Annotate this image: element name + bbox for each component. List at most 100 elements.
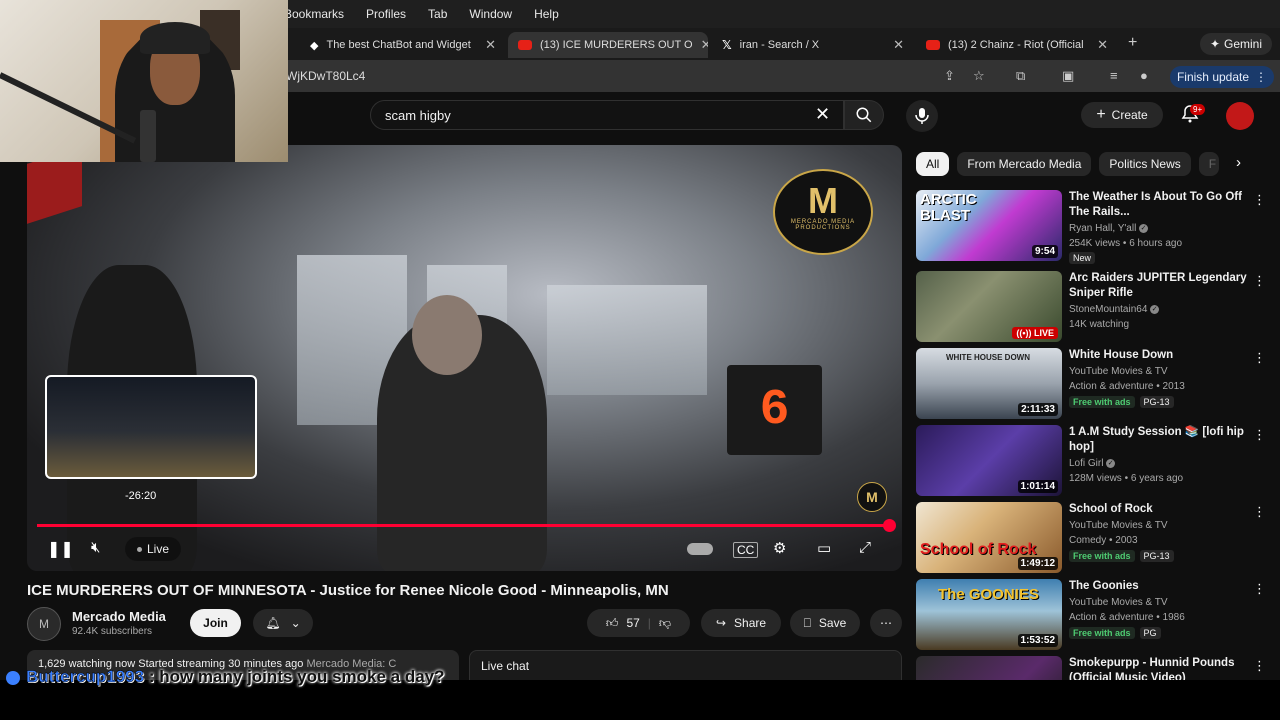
captions-icon[interactable]: CC — [733, 542, 759, 558]
more-vert-icon[interactable]: ⋮ — [1253, 658, 1266, 674]
video-thumbnail[interactable] — [916, 656, 1062, 680]
search-input[interactable]: scam higby — [385, 108, 451, 123]
media-icon[interactable]: ≡ — [1110, 68, 1118, 83]
recommendation-item[interactable]: Smokepurpp - Hunnid Pounds (Official Mus… — [916, 656, 1266, 680]
recommendation-title[interactable]: White House Down — [1069, 348, 1249, 363]
channel-name: StoneMountain64 — [1069, 304, 1148, 315]
progress-bar[interactable] — [37, 524, 889, 527]
tab-2-chainz[interactable]: (13) 2 Chainz - Riot (Official ✕ — [916, 32, 1118, 58]
live-button[interactable]: Live — [125, 537, 182, 561]
create-button[interactable]: + Create — [1081, 102, 1163, 128]
subscription-bell-button[interactable]: 🔔︎ ⌄ — [253, 609, 313, 637]
chip-truncated[interactable]: F — [1198, 152, 1219, 176]
like-button[interactable]: 👍︎ 57 — [606, 616, 640, 631]
more-vert-icon[interactable]: ⋮ — [1253, 350, 1266, 366]
more-vert-icon[interactable]: ⋮ — [1253, 192, 1266, 208]
rating-badge: PG-13 — [1139, 396, 1174, 408]
share-button[interactable]: ↪ Share — [701, 609, 781, 637]
thumbnail-text: ARCTIC BLAST — [920, 191, 977, 224]
recommendation-title[interactable]: The Goonies — [1069, 579, 1249, 594]
menu-tab[interactable]: Tab — [428, 7, 447, 21]
recommendation-title[interactable]: School of Rock — [1069, 502, 1249, 517]
subscriber-count: 92.4K subscribers — [72, 626, 153, 637]
gemini-label: Gemini — [1224, 37, 1263, 51]
search-box[interactable]: scam higby ✕ — [370, 100, 844, 130]
scrubber-handle[interactable] — [883, 519, 896, 532]
channel-name: YouTube Movies & TV — [1069, 597, 1168, 608]
more-vert-icon[interactable]: ⋮ — [1253, 504, 1266, 520]
thumbs-down-icon[interactable]: 👎︎ — [659, 616, 671, 631]
more-actions-button[interactable]: ⋯ — [870, 609, 902, 637]
search-button[interactable] — [844, 100, 884, 130]
save-label: Save — [818, 616, 847, 630]
recommendation-meta: Action & adventure • 2013 — [1069, 381, 1185, 392]
fullscreen-icon[interactable]: ⤢ — [859, 539, 871, 556]
recommendation-item[interactable]: WHITE HOUSE DOWN 2:11:33 White House Dow… — [916, 348, 1266, 420]
recommendation-channel: Lofi Girl ✓ — [1069, 456, 1116, 471]
menu-bookmarks[interactable]: Bookmarks — [284, 7, 344, 21]
mute-icon[interactable]: 🔇︎ — [91, 539, 100, 556]
join-button[interactable]: Join — [190, 609, 241, 637]
recommendation-item[interactable]: School of Rock 1:49:12 School of Rock Yo… — [916, 502, 1266, 574]
video-thumbnail[interactable]: WHITE HOUSE DOWN 2:11:33 — [916, 348, 1062, 419]
extensions-icon[interactable]: ⧉ — [1016, 68, 1025, 84]
tab-title: iran - Search / X — [739, 39, 820, 51]
tab-search-icon[interactable]: ▣ — [1062, 68, 1074, 84]
menu-profiles[interactable]: Profiles — [366, 7, 406, 21]
video-thumbnail[interactable]: 1:01:14 — [916, 425, 1062, 496]
recommendation-item[interactable]: The GOONIES 1:53:52 The Goonies YouTube … — [916, 579, 1266, 651]
chip-from-mercado-media[interactable]: From Mercado Media — [957, 152, 1092, 176]
notification-count-badge: 9+ — [1190, 104, 1206, 115]
bookmark-star-icon[interactable]: ☆ — [973, 68, 985, 84]
x-logo-icon: 𝕏 — [722, 38, 732, 52]
install-icon[interactable]: ⇪ — [944, 68, 955, 84]
recommendation-title[interactable]: The Weather Is About To Go Off The Rails… — [1069, 190, 1249, 220]
live-chat-panel[interactable]: Live chat — [469, 650, 902, 680]
tab-chatbot[interactable]: ◆ The best ChatBot and Widget ✕ — [300, 32, 506, 58]
channel-avatar[interactable]: M — [27, 607, 61, 641]
recommendation-title[interactable]: Arc Raiders JUPITER Legendary Sniper Rif… — [1069, 271, 1249, 301]
voice-search-button[interactable] — [906, 100, 938, 132]
tab-close-icon[interactable]: ✕ — [477, 37, 496, 53]
more-vert-icon[interactable]: ⋮ — [1253, 427, 1266, 443]
account-avatar[interactable] — [1226, 102, 1254, 130]
video-thumbnail[interactable]: ((•)) LIVE — [916, 271, 1062, 342]
thumbnail-text: School of Rock — [920, 541, 1037, 558]
finish-update-button[interactable]: Finish update ⋮ — [1170, 66, 1274, 88]
menu-window[interactable]: Window — [469, 7, 512, 21]
tab-close-icon[interactable]: ✕ — [693, 37, 708, 53]
tab-close-icon[interactable]: ✕ — [1089, 37, 1108, 53]
profile-icon[interactable]: ● — [1140, 68, 1148, 83]
video-player[interactable]: 6 M MERCADO MEDIA PRODUCTIONS M -26:20 ❚… — [27, 145, 902, 571]
pause-icon[interactable]: ❚❚ — [47, 539, 74, 559]
clear-search-icon[interactable]: ✕ — [815, 104, 830, 125]
share-icon: ↪ — [715, 616, 727, 630]
url-text[interactable]: WjKDwT80Lc4 — [286, 69, 365, 83]
channel-watermark-icon[interactable]: M — [857, 482, 887, 512]
recommendation-item[interactable]: ((•)) LIVE Arc Raiders JUPITER Legendary… — [916, 271, 1266, 343]
gemini-button[interactable]: ✦ Gemini — [1200, 33, 1272, 55]
settings-gear-icon[interactable]: ⚙ — [773, 539, 786, 557]
save-button[interactable]: ⎕ Save — [790, 609, 860, 637]
autoplay-toggle[interactable] — [687, 543, 713, 555]
theater-mode-icon[interactable]: ▭ — [817, 539, 831, 557]
recommendation-title[interactable]: Smokepurpp - Hunnid Pounds (Official Mus… — [1069, 656, 1249, 680]
chip-politics-news[interactable]: Politics News — [1099, 152, 1191, 176]
more-vert-icon[interactable]: ⋮ — [1253, 581, 1266, 597]
menu-help[interactable]: Help — [534, 7, 559, 21]
video-thumbnail[interactable]: The GOONIES 1:53:52 — [916, 579, 1062, 650]
new-tab-icon[interactable]: + — [1128, 34, 1137, 52]
recommendation-item[interactable]: ARCTIC BLAST 9:54 The Weather Is About T… — [916, 190, 1266, 264]
duration-badge: 1:01:14 — [1017, 480, 1058, 493]
more-vert-icon[interactable]: ⋮ — [1253, 273, 1266, 289]
channel-name[interactable]: Mercado Media — [72, 609, 166, 624]
chip-all[interactable]: All — [916, 152, 950, 176]
recommendation-item[interactable]: 1:01:14 1 A.M Study Session 📚 [lofi hip … — [916, 425, 1266, 497]
tab-x-search[interactable]: 𝕏 iran - Search / X ✕ — [712, 32, 914, 58]
tab-ice-murderers[interactable]: (13) ICE MURDERERS OUT O ✕ — [508, 32, 708, 58]
tab-close-icon[interactable]: ✕ — [885, 37, 904, 53]
video-thumbnail[interactable]: School of Rock 1:49:12 — [916, 502, 1062, 573]
chevron-right-icon[interactable]: › — [1236, 154, 1241, 171]
video-thumbnail[interactable]: ARCTIC BLAST 9:54 — [916, 190, 1062, 261]
recommendation-title[interactable]: 1 A.M Study Session 📚 [lofi hip hop] — [1069, 425, 1249, 455]
